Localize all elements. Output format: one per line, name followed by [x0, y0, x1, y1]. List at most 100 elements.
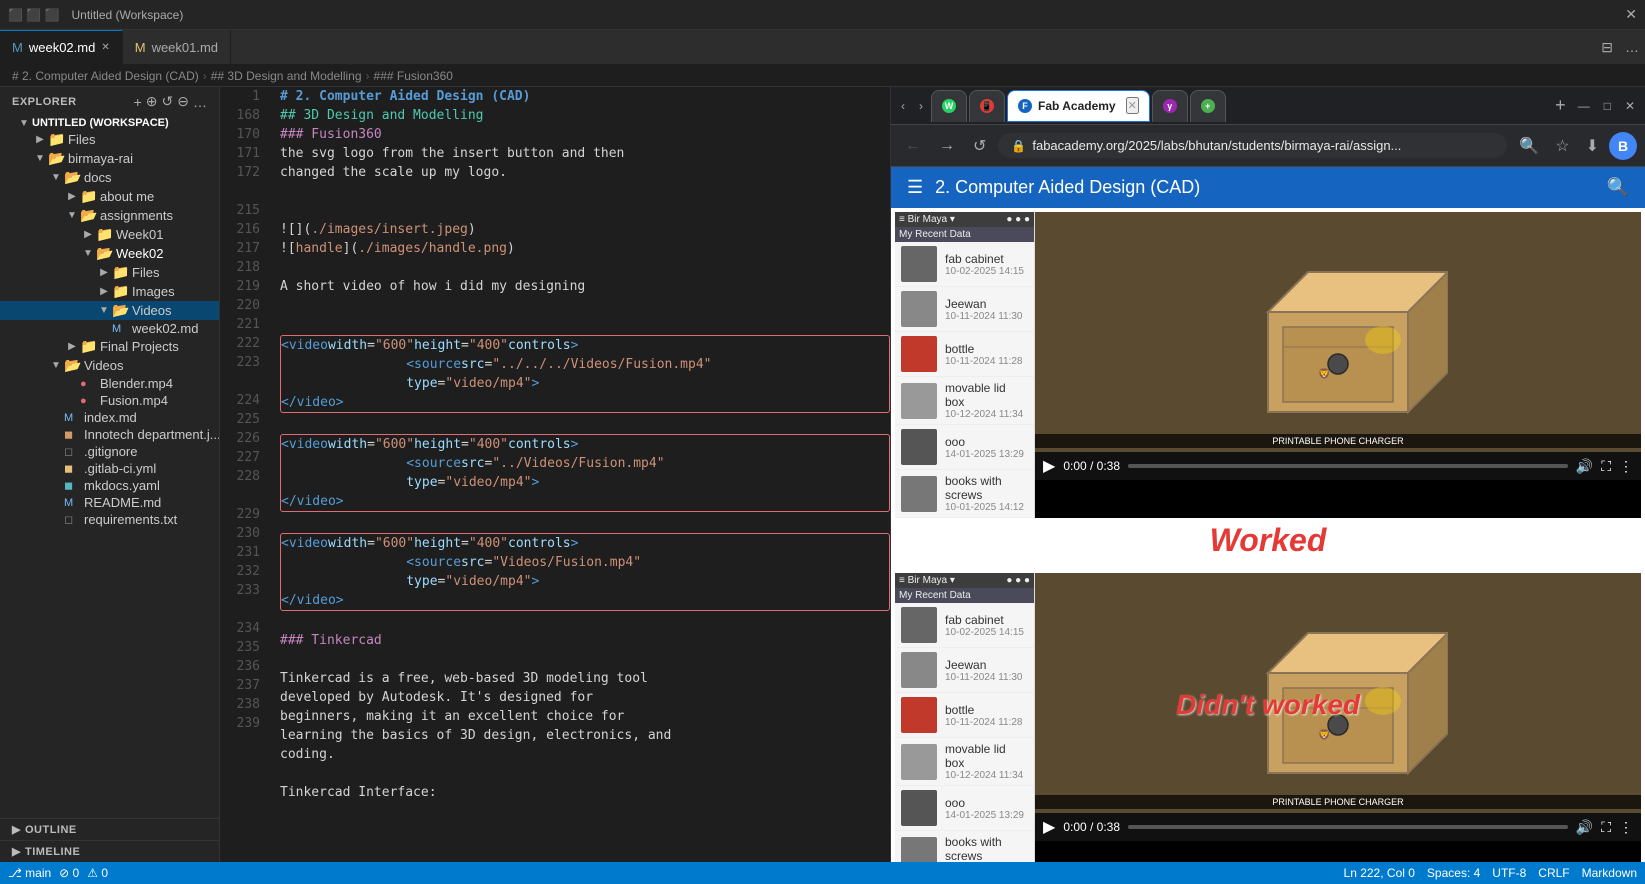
- sidebar-item-index[interactable]: M index.md: [0, 409, 219, 426]
- vol-btn-1[interactable]: 🔊: [1576, 458, 1593, 475]
- fusion-item-bottle[interactable]: bottle 10-11-2024 11:28: [895, 332, 1034, 377]
- error-count[interactable]: ⊘ 0: [59, 866, 79, 880]
- sidebar-item-readme[interactable]: M README.md: [0, 494, 219, 511]
- status-bar-right: Ln 222, Col 0 Spaces: 4 UTF-8 CRLF Markd…: [1344, 866, 1637, 880]
- new-file-btn[interactable]: +: [134, 93, 142, 110]
- collapse-all-btn[interactable]: ⊖: [177, 93, 189, 110]
- browser-back-nav[interactable]: ‹: [895, 95, 911, 117]
- more-btn-2[interactable]: ⋮: [1619, 819, 1633, 836]
- tab-week01md[interactable]: M week01.md: [123, 30, 231, 64]
- search-page-btn[interactable]: 🔍: [1513, 132, 1545, 160]
- fusion-item-books[interactable]: books with screws 10-01-2025 14:12: [895, 470, 1034, 518]
- sidebar-item-gitignore[interactable]: ◻ .gitignore: [0, 443, 219, 460]
- breadcrumb-1[interactable]: # 2. Computer Aided Design (CAD): [12, 69, 199, 83]
- sidebar-item-assignments[interactable]: ▼ 📂 assignments: [0, 206, 219, 225]
- profile-btn[interactable]: B: [1609, 132, 1637, 160]
- blender-file-icon: ●: [80, 378, 96, 390]
- address-bar[interactable]: 🔒 fabacademy.org/2025/labs/bhutan/studen…: [998, 133, 1507, 158]
- sidebar-item-requirements[interactable]: ◻ requirements.txt: [0, 511, 219, 528]
- workspace-root[interactable]: ▼ UNTITLED (WORKSPACE): [0, 116, 219, 130]
- sidebar-item-final-projects[interactable]: ▶ 📁 Final Projects: [0, 337, 219, 356]
- play-btn-2[interactable]: ▶: [1043, 817, 1055, 837]
- sidebar-item-fusion[interactable]: ● Fusion.mp4: [0, 392, 219, 409]
- sidebar-item-mkdocs[interactable]: ◼ mkdocs.yaml: [0, 477, 219, 494]
- code-line-236: ### Tinkercad: [280, 631, 890, 650]
- fusion-item2-jeewan[interactable]: Jeewan 10-11-2024 11:30: [895, 648, 1034, 693]
- fullscreen-btn-1[interactable]: ⛶: [1601, 458, 1611, 475]
- sidebar-item-files2[interactable]: ▶ 📁 Files: [0, 263, 219, 282]
- browser-tab-gamma[interactable]: γ: [1152, 90, 1188, 122]
- video1-main: 🦁 PRINTABLE PHONE CHARGER ▶ 0:00 /: [1035, 212, 1641, 518]
- new-folder-btn[interactable]: ⊕: [146, 93, 158, 110]
- spaces-info[interactable]: Spaces: 4: [1427, 866, 1480, 880]
- play-btn-1[interactable]: ▶: [1043, 456, 1055, 476]
- fusion-item2-books[interactable]: books with screws 10-01-2025 14:12: [895, 831, 1034, 862]
- new-browser-tab-btn[interactable]: +: [1551, 93, 1570, 118]
- code-line-244: Tinkercad Interface:: [280, 783, 890, 802]
- browser-maximize[interactable]: □: [1598, 95, 1617, 117]
- forward-btn[interactable]: →: [933, 133, 961, 159]
- more-explorer-btn[interactable]: …: [193, 93, 207, 110]
- sidebar-item-innotech[interactable]: ◼ Innotech department.j...: [0, 426, 219, 443]
- sidebar-item-about-me[interactable]: ▶ 📁 about me: [0, 187, 219, 206]
- browser-tab-phone[interactable]: 📱: [969, 90, 1005, 122]
- fusion-item2-bottle[interactable]: bottle 10-11-2024 11:28: [895, 693, 1034, 738]
- browser-forward-nav[interactable]: ›: [913, 95, 929, 117]
- git-branch[interactable]: ⎇ main: [8, 866, 51, 880]
- outline-label[interactable]: ▶ OUTLINE: [0, 819, 219, 840]
- sidebar-item-blender[interactable]: ● Blender.mp4: [0, 375, 219, 392]
- fusion-item-jeewan[interactable]: Jeewan 10-11-2024 11:30: [895, 287, 1034, 332]
- sidebar-item-videos2[interactable]: ▼ 📂 Videos: [0, 356, 219, 375]
- line-col-info[interactable]: Ln 222, Col 0: [1344, 866, 1415, 880]
- eol-info[interactable]: CRLF: [1538, 866, 1569, 880]
- download-btn[interactable]: ⬇: [1580, 132, 1605, 160]
- sidebar-item-gitlab[interactable]: ◼ .gitlab-ci.yml: [0, 460, 219, 477]
- browser-tab-more[interactable]: +: [1190, 90, 1226, 122]
- fullscreen-btn-2[interactable]: ⛶: [1601, 819, 1611, 836]
- window-close-btn[interactable]: ✕: [1625, 6, 1637, 23]
- split-editor-btn[interactable]: ⊟: [1595, 30, 1619, 64]
- fusion-item-lid-box[interactable]: movable lid box 10-12-2024 11:34: [895, 377, 1034, 425]
- more-actions-btn[interactable]: …: [1619, 30, 1645, 64]
- warning-count[interactable]: ⚠ 0: [87, 866, 108, 880]
- progress-bar-1[interactable]: [1128, 464, 1568, 468]
- sidebar-item-week02md[interactable]: M week02.md: [0, 320, 219, 337]
- assignments-folder-icon: 📂: [80, 207, 96, 224]
- sidebar-item-videos[interactable]: ▼ 📂 Videos: [0, 301, 219, 320]
- back-btn[interactable]: ←: [899, 133, 927, 159]
- language-info[interactable]: Markdown: [1582, 866, 1637, 880]
- sidebar-item-birmaya-rai[interactable]: ▼ 📂 birmaya-rai: [0, 149, 219, 168]
- breadcrumb-3[interactable]: ### Fusion360: [374, 69, 453, 83]
- sidebar-item-week01[interactable]: ▶ 📁 Week01: [0, 225, 219, 244]
- browser-minimize[interactable]: —: [1572, 95, 1596, 117]
- fusion-item-fab-cabinet[interactable]: fab cabinet 10-02-2025 14:15: [895, 242, 1034, 287]
- progress-bar-2[interactable]: [1128, 825, 1568, 829]
- tab-week02md[interactable]: M week02.md ✕: [0, 30, 123, 64]
- fusion-item2-fab[interactable]: fab cabinet 10-02-2025 14:15: [895, 603, 1034, 648]
- reload-btn[interactable]: ↺: [967, 132, 992, 160]
- browser-tab-fab[interactable]: F Fab Academy ✕: [1007, 90, 1150, 122]
- close-fab-tab[interactable]: ✕: [1126, 97, 1139, 114]
- breadcrumb-2[interactable]: ## 3D Design and Modelling: [211, 69, 362, 83]
- menu-btn[interactable]: ☰: [907, 177, 923, 198]
- more-btn-1[interactable]: ⋮: [1619, 458, 1633, 475]
- breadcrumb: # 2. Computer Aided Design (CAD) › ## 3D…: [0, 65, 1645, 87]
- fusion-item2-ooo[interactable]: ooo 14-01-2025 13:29: [895, 786, 1034, 831]
- sidebar-item-week02[interactable]: ▼ 📂 Week02: [0, 244, 219, 263]
- encoding-info[interactable]: UTF-8: [1492, 866, 1526, 880]
- sidebar-item-files[interactable]: ▶ 📁 Files: [0, 130, 219, 149]
- sidebar-item-docs[interactable]: ▼ 📂 docs: [0, 168, 219, 187]
- timeline-label[interactable]: ▶ TIMELINE: [0, 841, 219, 862]
- code-content[interactable]: # 2. Computer Aided Design (CAD) ## 3D D…: [268, 87, 890, 862]
- browser-tab-1[interactable]: W: [931, 90, 967, 122]
- fusion-item-ooo[interactable]: ooo 14-01-2025 13:29: [895, 425, 1034, 470]
- refresh-explorer-btn[interactable]: ↺: [162, 93, 174, 110]
- close-tab-week02[interactable]: ✕: [101, 42, 109, 53]
- requirements-label: requirements.txt: [84, 512, 219, 527]
- sidebar-item-images[interactable]: ▶ 📁 Images: [0, 282, 219, 301]
- vol-btn-2[interactable]: 🔊: [1576, 819, 1593, 836]
- browser-close[interactable]: ✕: [1619, 95, 1641, 117]
- page-search-btn[interactable]: 🔍: [1607, 177, 1629, 198]
- bookmark-btn[interactable]: ☆: [1549, 132, 1575, 160]
- fusion-item2-lid[interactable]: movable lid box 10-12-2024 11:34: [895, 738, 1034, 786]
